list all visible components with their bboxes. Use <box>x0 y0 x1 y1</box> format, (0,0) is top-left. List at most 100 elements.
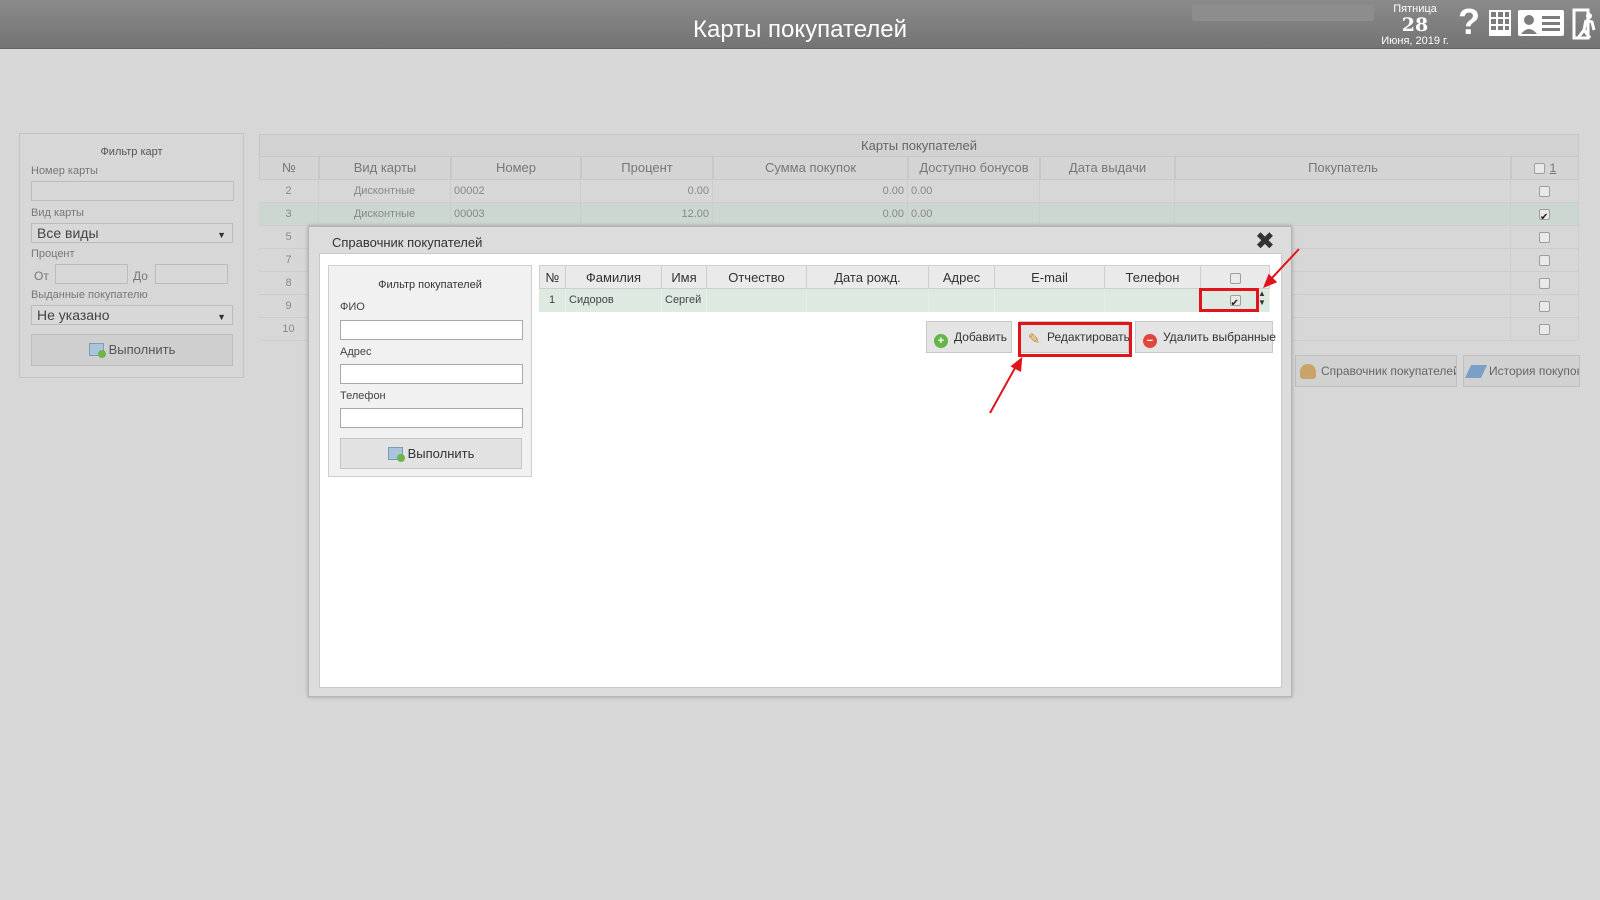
issued-label: Выданные покупателю <box>31 289 148 301</box>
percent-label: Процент <box>31 248 75 260</box>
month-year: Июня, 2019 г. <box>1381 35 1449 47</box>
col-bonus[interactable]: Доступно бонусов <box>908 157 1040 180</box>
row-checkbox[interactable] <box>1539 323 1550 335</box>
row-number: 2 <box>259 180 319 203</box>
customers-table: № Фамилия Имя Отчество Дата рожд. Адрес … <box>539 265 1270 315</box>
add-button[interactable]: + Добавить <box>926 321 1012 353</box>
row-sum: 0.00 <box>713 180 908 203</box>
col-patronymic[interactable]: Отчество <box>707 265 807 289</box>
col-phone[interactable]: Телефон <box>1105 265 1201 289</box>
card-type-select[interactable]: Все виды ▼ <box>31 223 233 243</box>
issued-value: Не указано <box>37 307 110 323</box>
row-select <box>1511 249 1579 272</box>
row-select <box>1511 318 1579 341</box>
percent-from-label: От <box>34 269 49 283</box>
run-icon <box>88 343 106 358</box>
add-button-label: Добавить <box>954 330 1008 344</box>
row-checkbox[interactable] <box>1539 185 1550 197</box>
exit-icon[interactable] <box>1572 8 1596 40</box>
row-card-type: Дисконтные <box>319 203 451 226</box>
col-card-number[interactable]: Номер <box>451 157 581 180</box>
col-percent[interactable]: Процент <box>581 157 713 180</box>
col-customer[interactable]: Покупатель <box>1175 157 1511 180</box>
percent-from-input[interactable] <box>55 264 128 284</box>
customer-filter-run-button[interactable]: Выполнить <box>340 438 522 469</box>
page-link[interactable]: 1 <box>1550 161 1557 175</box>
row-customer <box>1175 180 1511 203</box>
row-customer <box>1175 203 1511 226</box>
date-display: Пятница 28 Июня, 2019 г. <box>1368 2 1462 47</box>
row-select <box>1511 203 1579 229</box>
customer-filter-title: Фильтр покупателей <box>378 279 482 291</box>
percent-to-label: До <box>133 269 148 283</box>
row-checkbox[interactable] <box>1539 207 1550 229</box>
row-card-number: 00002 <box>451 180 581 203</box>
run-icon <box>387 447 405 462</box>
row-last-name: Сидоров <box>566 289 662 312</box>
cards-table-caption: Карты покупателей <box>259 134 1579 157</box>
user-name-blurred <box>1192 5 1374 21</box>
col-select: 1 <box>1511 157 1579 180</box>
phone-input[interactable] <box>340 408 523 428</box>
close-icon[interactable]: ✖ <box>1255 229 1275 255</box>
row-checkbox[interactable] <box>1539 277 1550 289</box>
card-filter-panel: Фильтр карт Номер карты Вид карты Все ви… <box>19 133 244 378</box>
row-card-type: Дисконтные <box>319 180 451 203</box>
delete-selected-button[interactable]: − Удалить выбранные <box>1135 321 1276 353</box>
col-number[interactable]: № <box>259 157 319 180</box>
top-bar: Карты покупателей Пятница 28 Июня, 2019 … <box>0 0 1600 49</box>
card-number-label: Номер карты <box>31 165 98 177</box>
col-email[interactable]: E-mail <box>995 265 1105 289</box>
fio-input[interactable] <box>340 320 523 340</box>
row-phone <box>1105 289 1201 312</box>
row-checkbox[interactable] <box>1539 231 1550 243</box>
day-number: 28 <box>1401 14 1429 36</box>
row-birth-date <box>807 289 929 312</box>
delete-button-label: Удалить выбранные <box>1163 330 1276 344</box>
run-button-label: Выполнить <box>108 342 176 357</box>
edit-button-highlight <box>1018 322 1132 357</box>
table-row[interactable]: 2 Дисконтные 00002 0.00 0.00 0.00 <box>259 180 1579 203</box>
col-number[interactable]: № <box>539 265 566 289</box>
col-issue-date[interactable]: Дата выдачи <box>1040 157 1175 180</box>
issued-select[interactable]: Не указано ▼ <box>31 305 233 325</box>
dialog-title: Справочник покупателей <box>332 235 483 250</box>
col-birth-date[interactable]: Дата рожд. <box>807 265 929 289</box>
col-address[interactable]: Адрес <box>929 265 995 289</box>
table-row[interactable]: 1 Сидоров Сергей <box>539 289 1270 315</box>
filter-run-button[interactable]: Выполнить <box>31 334 233 366</box>
row-percent: 12.00 <box>581 203 713 226</box>
customer-directory-button[interactable]: Справочник покупателей <box>1295 355 1457 387</box>
row-percent: 0.00 <box>581 180 713 203</box>
grid-menu-icon[interactable] <box>1489 8 1511 38</box>
plus-icon: + <box>934 334 948 348</box>
row-select <box>1511 272 1579 295</box>
row-first-name: Сергей <box>662 289 707 312</box>
row-select <box>1511 295 1579 318</box>
scroll-arrows-icon[interactable]: ▲ ▼ <box>1258 289 1266 307</box>
customer-card-icon[interactable] <box>1518 8 1564 38</box>
percent-to-input[interactable] <box>155 264 228 284</box>
col-purchase-sum[interactable]: Сумма покупок <box>713 157 908 180</box>
col-last-name[interactable]: Фамилия <box>566 265 662 289</box>
row-patronymic <box>707 289 807 312</box>
col-first-name[interactable]: Имя <box>662 265 707 289</box>
row-select <box>1511 180 1579 203</box>
select-all-checkbox[interactable] <box>1533 163 1545 175</box>
row-number: 3 <box>259 203 319 226</box>
col-card-type[interactable]: Вид карты <box>319 157 451 180</box>
filter-title: Фильтр карт <box>100 146 163 158</box>
row-bonus: 0.00 <box>908 180 1040 203</box>
card-type-label: Вид карты <box>31 207 84 219</box>
customer-directory-dialog: Справочник покупателей ✖ Фильтр покупате… <box>308 226 1292 697</box>
phone-label: Телефон <box>340 390 386 402</box>
help-icon[interactable]: ? <box>1458 3 1480 41</box>
row-checkbox[interactable] <box>1539 300 1550 312</box>
row-card-number: 00003 <box>451 203 581 226</box>
card-number-input[interactable] <box>31 181 234 201</box>
dialog-body: Фильтр покупателей ФИО Адрес Телефон Вып… <box>319 253 1282 688</box>
row-checkbox[interactable] <box>1539 254 1550 266</box>
address-input[interactable] <box>340 364 523 384</box>
select-all-checkbox[interactable] <box>1229 273 1241 285</box>
table-row[interactable]: 3 Дисконтные 00003 12.00 0.00 0.00 <box>259 203 1579 229</box>
